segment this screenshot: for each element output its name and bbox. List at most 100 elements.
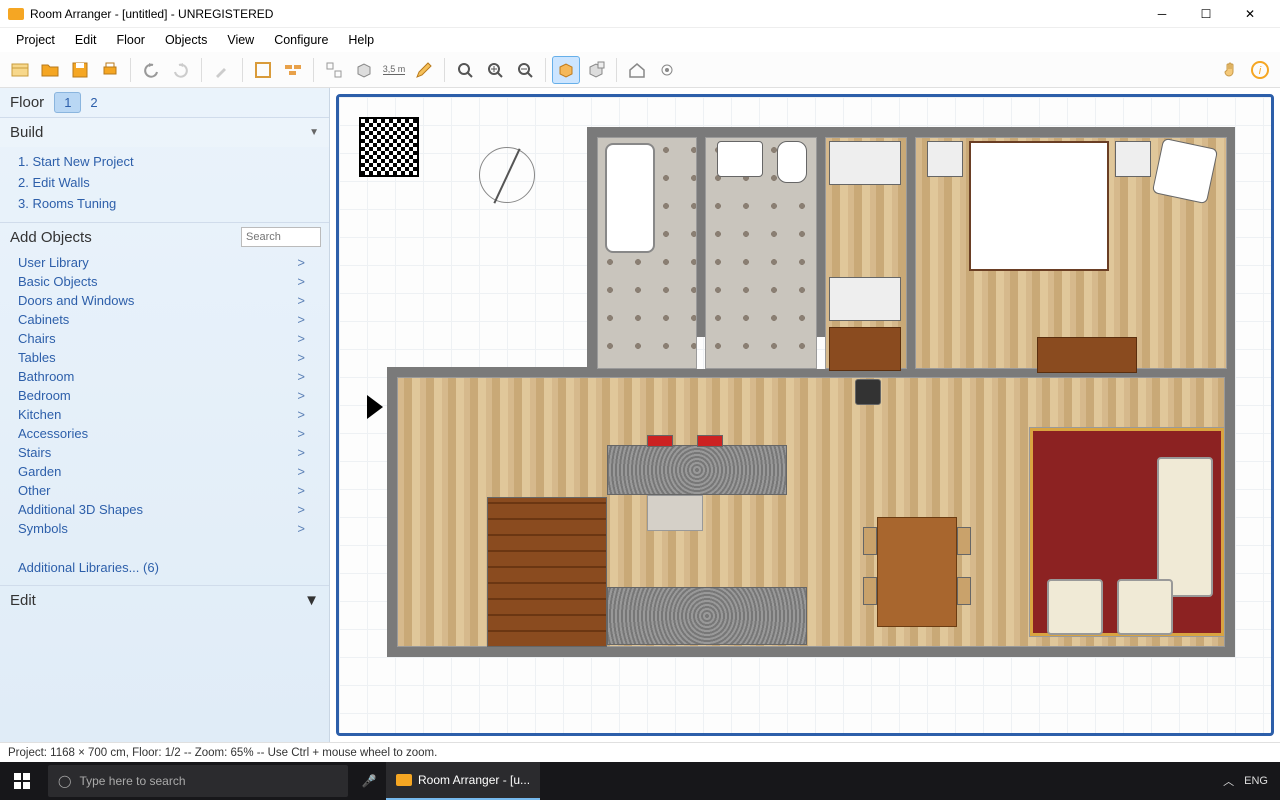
bricks-button[interactable] [279, 56, 307, 84]
cat-basic-objects[interactable]: Basic Objects> [18, 272, 329, 291]
open-button[interactable] [36, 56, 64, 84]
info-button[interactable]: i [1246, 56, 1274, 84]
nightstand[interactable] [1115, 141, 1151, 177]
cat-symbols[interactable]: Symbols> [18, 519, 329, 538]
export-button[interactable] [582, 56, 610, 84]
walls-button[interactable] [249, 56, 277, 84]
sofa[interactable] [1157, 457, 1213, 597]
armchair[interactable] [1117, 579, 1173, 635]
zoom-out-button[interactable] [511, 56, 539, 84]
sink[interactable] [647, 495, 703, 531]
stool[interactable] [647, 435, 673, 447]
zoom-fit-button[interactable] [451, 56, 479, 84]
menu-help[interactable]: Help [338, 31, 384, 49]
cat-3d-shapes[interactable]: Additional 3D Shapes> [18, 500, 329, 519]
save-button[interactable] [66, 56, 94, 84]
minimize-button[interactable]: ─ [1140, 0, 1184, 28]
cat-user-library[interactable]: User Library> [18, 253, 329, 272]
build-edit-walls[interactable]: 2. Edit Walls [18, 172, 329, 193]
cat-garden[interactable]: Garden> [18, 462, 329, 481]
print-button[interactable] [96, 56, 124, 84]
close-button[interactable]: ✕ [1228, 0, 1272, 28]
box3d-button[interactable] [350, 56, 378, 84]
bed[interactable] [969, 141, 1109, 271]
snap-button[interactable] [320, 56, 348, 84]
cat-stairs[interactable]: Stairs> [18, 443, 329, 462]
zoom-in-button[interactable] [481, 56, 509, 84]
window-controls: ─ ☐ ✕ [1140, 0, 1272, 28]
measure-button[interactable]: 3,5 m [380, 56, 408, 84]
cat-bathroom[interactable]: Bathroom> [18, 367, 329, 386]
kitchen-island[interactable] [607, 445, 787, 495]
build-rooms-tuning[interactable]: 3. Rooms Tuning [18, 193, 329, 214]
main-area: Floor 1 2 Build ▼ 1. Start New Project 2… [0, 88, 1280, 742]
toolbar: 3,5 m i [0, 52, 1280, 88]
taskbar-app-room-arranger[interactable]: Room Arranger - [u... [386, 762, 540, 800]
armchair[interactable] [1152, 138, 1218, 204]
undo-button[interactable] [137, 56, 165, 84]
statusbar: Project: 1168 × 700 cm, Floor: 1/2 -- Zo… [0, 742, 1280, 762]
nightstand[interactable] [927, 141, 963, 177]
menu-objects[interactable]: Objects [155, 31, 217, 49]
additional-libraries-link[interactable]: Additional Libraries... (6) [0, 546, 329, 585]
floor-tab-2[interactable]: 2 [81, 93, 106, 112]
cabinet[interactable] [829, 277, 901, 321]
cat-kitchen[interactable]: Kitchen> [18, 405, 329, 424]
tray-chevron-icon[interactable]: ︿ [1223, 773, 1234, 789]
start-button[interactable] [0, 762, 44, 800]
redo-button[interactable] [167, 56, 195, 84]
pencil-button[interactable] [410, 56, 438, 84]
armchair[interactable] [1047, 579, 1103, 635]
floor-label: Floor [10, 94, 44, 111]
menu-configure[interactable]: Configure [264, 31, 338, 49]
cat-chairs[interactable]: Chairs> [18, 329, 329, 348]
floor-plan [387, 127, 1235, 657]
dresser[interactable] [1037, 337, 1137, 373]
new-project-button[interactable] [6, 56, 34, 84]
edit-section-header[interactable]: Edit ▼ [0, 585, 329, 615]
view3d-button[interactable] [552, 56, 580, 84]
cat-cabinets[interactable]: Cabinets> [18, 310, 329, 329]
cat-doors-windows[interactable]: Doors and Windows> [18, 291, 329, 310]
settings-button[interactable] [653, 56, 681, 84]
cat-other[interactable]: Other> [18, 481, 329, 500]
dining-table[interactable] [877, 517, 957, 627]
office-chair[interactable] [855, 379, 881, 405]
mic-icon[interactable]: 🎤 [352, 762, 386, 800]
app-icon [8, 8, 24, 20]
maximize-button[interactable]: ☐ [1184, 0, 1228, 28]
floor-selector-row: Floor 1 2 [0, 88, 329, 117]
home-button[interactable] [623, 56, 651, 84]
search-input[interactable] [241, 227, 321, 247]
menu-view[interactable]: View [217, 31, 264, 49]
stool[interactable] [697, 435, 723, 447]
cat-tables[interactable]: Tables> [18, 348, 329, 367]
desk[interactable] [829, 327, 901, 371]
cat-bedroom[interactable]: Bedroom> [18, 386, 329, 405]
chair[interactable] [863, 527, 877, 555]
chair[interactable] [957, 577, 971, 605]
app-icon [396, 774, 412, 786]
toilet[interactable] [777, 141, 807, 183]
counter[interactable] [607, 587, 807, 645]
taskbar-search[interactable]: ◯ Type here to search [48, 765, 348, 797]
cat-accessories[interactable]: Accessories> [18, 424, 329, 443]
floorplan-canvas[interactable] [336, 94, 1274, 736]
menu-project[interactable]: Project [6, 31, 65, 49]
chair[interactable] [957, 527, 971, 555]
entry-arrow-icon [367, 395, 383, 419]
brush-button[interactable] [208, 56, 236, 84]
menu-floor[interactable]: Floor [106, 31, 154, 49]
build-start-new-project[interactable]: 1. Start New Project [18, 151, 329, 172]
cabinet[interactable] [829, 141, 901, 185]
stairs[interactable] [487, 497, 607, 647]
floor-tab-1[interactable]: 1 [54, 92, 81, 113]
sink[interactable] [717, 141, 763, 177]
language-indicator[interactable]: ENG [1244, 775, 1268, 787]
chair[interactable] [863, 577, 877, 605]
taskbar-app-label: Room Arranger - [u... [418, 773, 530, 787]
hand-button[interactable] [1216, 56, 1244, 84]
bathtub[interactable] [605, 143, 655, 253]
build-section-header[interactable]: Build ▼ [0, 117, 329, 147]
menu-edit[interactable]: Edit [65, 31, 107, 49]
